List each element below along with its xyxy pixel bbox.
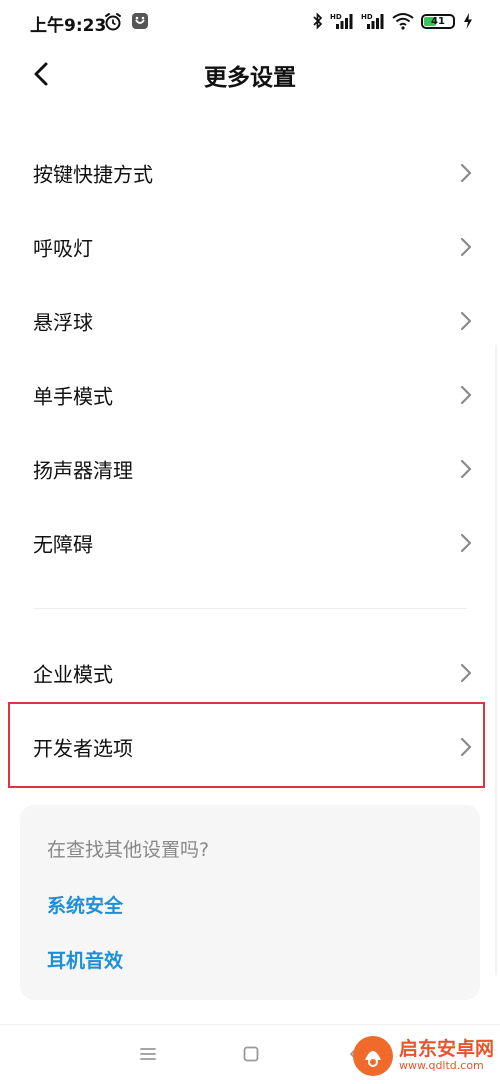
status-bar: 上午9:23 HD HD 41	[0, 0, 500, 46]
watermark-name: 启东安卓网	[398, 1038, 494, 1061]
suggestions-title: 在查找其他设置吗?	[47, 839, 210, 861]
section-divider	[33, 608, 467, 609]
app-notification-icon	[132, 13, 148, 29]
chevron-right-icon	[460, 459, 472, 479]
svg-text:HD: HD	[361, 13, 373, 21]
home-icon[interactable]	[236, 1039, 266, 1069]
hd-signal-2-icon: HD	[361, 13, 384, 29]
status-right-icons: HD HD 41	[313, 12, 474, 30]
menu-item-floating-ball[interactable]: 悬浮球	[0, 284, 500, 358]
screen: 上午9:23 HD HD 41 更多设置 按键快捷方式 呼吸灯 悬浮球 单手模式…	[0, 0, 500, 1084]
chevron-right-icon	[460, 163, 472, 183]
chevron-right-icon	[460, 663, 472, 683]
menu-item-label: 单手模式	[33, 384, 113, 409]
menu-item-speaker-cleaning[interactable]: 扬声器清理	[0, 432, 500, 506]
link-headphone-audio[interactable]: 耳机音效	[47, 946, 123, 973]
menu-item-enterprise-mode[interactable]: 企业模式	[0, 636, 500, 710]
scrollbar[interactable]	[495, 345, 497, 975]
menu-item-label: 扬声器清理	[33, 458, 133, 483]
menu-item-accessibility[interactable]: 无障碍	[0, 506, 500, 580]
watermark: 启东安卓网 www.qdltd.com	[351, 1034, 494, 1078]
menu-item-label: 无障碍	[33, 532, 93, 557]
status-time: 上午9:23	[30, 16, 107, 36]
menu-item-label: 开发者选项	[33, 736, 133, 761]
menu-item-one-handed-mode[interactable]: 单手模式	[0, 358, 500, 432]
wifi-icon	[392, 13, 414, 30]
chevron-right-icon	[460, 237, 472, 257]
battery-level: 41	[431, 15, 445, 27]
alarm-icon	[105, 13, 121, 31]
bluetooth-icon	[313, 12, 323, 30]
watermark-logo-icon	[352, 1036, 393, 1076]
suggestions-card: 在查找其他设置吗? 系统安全 耳机音效	[20, 805, 480, 1000]
menu-item-label: 企业模式	[33, 662, 113, 687]
page-title: 更多设置	[204, 65, 296, 91]
watermark-text: 启东安卓网 www.qdltd.com	[398, 1038, 494, 1073]
chevron-right-icon	[460, 737, 472, 757]
hd-signal-1-icon: HD	[330, 13, 353, 29]
status-left-icons	[103, 12, 149, 32]
menu-item-label: 悬浮球	[33, 310, 93, 335]
watermark-url: www.qdltd.com	[398, 1059, 484, 1073]
menu-item-developer-options[interactable]: 开发者选项	[0, 710, 500, 784]
charging-icon	[464, 13, 472, 29]
menu-item-label: 呼吸灯	[33, 236, 93, 261]
header: 更多设置	[0, 46, 500, 106]
menu-item-key-shortcuts[interactable]: 按键快捷方式	[0, 136, 500, 210]
chevron-right-icon	[460, 311, 472, 331]
menu-item-breathing-light[interactable]: 呼吸灯	[0, 210, 500, 284]
menu-icon[interactable]	[133, 1039, 163, 1069]
chevron-right-icon	[460, 533, 472, 553]
battery-icon: 41	[421, 13, 455, 29]
menu-item-label: 按键快捷方式	[33, 162, 153, 187]
link-system-security[interactable]: 系统安全	[47, 891, 123, 918]
svg-text:HD: HD	[330, 13, 342, 21]
chevron-right-icon	[460, 385, 472, 405]
